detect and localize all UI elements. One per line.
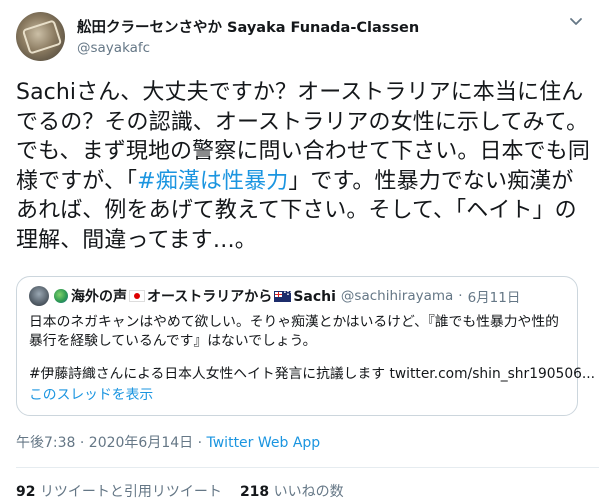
show-thread-link[interactable]: このスレッドを表示 <box>29 386 565 405</box>
likes-count[interactable]: 218 <box>240 484 269 500</box>
author-names: 舩田クラーセンさやか Sayaka Funada-Classen @sayaka… <box>77 16 419 56</box>
quoted-date: 6月11日 <box>467 290 521 306</box>
author-handle[interactable]: @sayakafc <box>77 40 419 56</box>
avatar-image <box>21 19 63 55</box>
quoted-tweet-body: 日本のネガキャンはやめて欲しい。そりゃ痴漢とかはいるけど、『誰でも性暴力や性的暴… <box>29 313 595 405</box>
quoted-hashtag-line: #伊藤詩織さんによる日本人女性ヘイト発言に抗議します <box>29 366 386 382</box>
quoted-name-suffix: Sachi <box>293 289 336 305</box>
australia-flag-icon <box>274 288 293 302</box>
tweet-hashtag[interactable]: #痴漢は性暴力 <box>137 169 288 194</box>
quoted-name-prefix: 海外の声 <box>71 289 127 305</box>
tweet-header: 舩田クラーセンさやか Sayaka Funada-Classen @sayaka… <box>16 12 589 61</box>
chevron-down-icon[interactable] <box>569 14 583 28</box>
retweets-count[interactable]: 92 <box>16 484 35 500</box>
tweet-text: Sachiさん、大丈夫ですか？オーストラリアに本当に住んでるの？その認識、オース… <box>16 78 591 255</box>
quoted-author-name: 海外の声 オーストラリアから Sachi <box>71 286 336 306</box>
tweet-time-date[interactable]: 午後7:38 · 2020年6月14日 · <box>16 435 207 451</box>
retweets-label[interactable]: リツイートと引用リツイート <box>40 484 222 500</box>
tweet-source[interactable]: Twitter Web App <box>207 435 321 451</box>
quoted-tweet[interactable]: 海外の声 オーストラリアから Sachi @sachihirayama · 6月11… <box>16 276 595 416</box>
quoted-author-avatar <box>29 286 49 306</box>
japan-flag-icon <box>129 290 145 302</box>
author-display-name[interactable]: 舩田クラーセンさやか Sayaka Funada-Classen <box>77 16 419 37</box>
quoted-link: twitter.com/shin_shr190506... <box>389 366 596 382</box>
quoted-hashtag-line-row: #伊藤詩織さんによる日本人女性ヘイト発言に抗議します twitter.com/s… <box>29 365 595 384</box>
quoted-body-text: 日本のネガキャンはやめて欲しい。そりゃ痴漢とかはいるけど、『誰でも性暴力や性的暴… <box>29 314 559 349</box>
quoted-author-handle: @sachihirayama <box>340 288 454 304</box>
quoted-tweet-header: 海外の声 オーストラリアから Sachi @sachihirayama · 6月11… <box>29 285 565 307</box>
author-avatar[interactable] <box>16 12 65 61</box>
divider <box>16 467 599 468</box>
tweet-stats: 92 リツイートと引用リツイート 218 いいねの数 <box>16 481 344 501</box>
quoted-separator: · <box>458 288 463 304</box>
globe-icon <box>54 289 68 303</box>
quoted-name-middle: オーストラリアから <box>147 289 273 305</box>
likes-label[interactable]: いいねの数 <box>274 484 344 500</box>
tweet-meta: 午後7:38 · 2020年6月14日 · Twitter Web App <box>16 432 320 452</box>
